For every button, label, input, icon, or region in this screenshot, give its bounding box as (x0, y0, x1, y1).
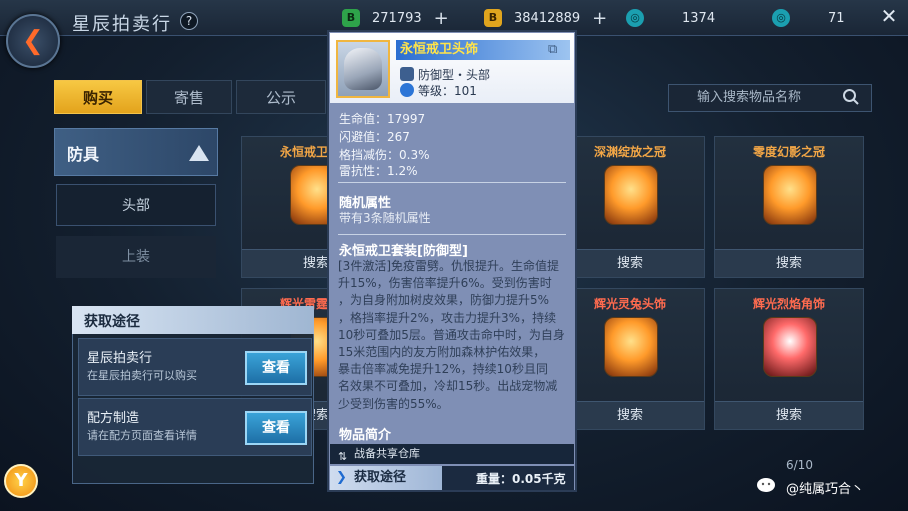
item-level-text: 等级：101 (418, 84, 477, 98)
currency-value: 271793 (372, 10, 422, 26)
storage-label: 战备共享仓库 (354, 447, 420, 460)
grid-item[interactable]: 辉光灵兔头饰 搜索 (555, 288, 705, 430)
currency-gold: B 38412889 + (484, 8, 607, 29)
random-attr-title: 随机属性 (339, 196, 392, 211)
item-name: 辉光烈焰角饰 (752, 297, 825, 311)
search-item-button[interactable]: 搜索 (715, 401, 863, 429)
set-line: 少受到伤害的55%。 (338, 396, 449, 411)
back-arrow-icon: ❮ (22, 26, 44, 56)
acquisition-source: 星辰拍卖行 (87, 351, 153, 366)
item-type-text: 防御型・头部 (418, 68, 491, 82)
page-indicator: 6/10 (786, 458, 813, 472)
green-currency-icon: B (342, 9, 360, 27)
crystal-currency-icon: ◎ (772, 9, 790, 27)
help-icon[interactable]: ? (180, 12, 198, 30)
currency-value: 38412889 (514, 10, 581, 26)
tab-buy[interactable]: 购买 (54, 80, 142, 114)
add-currency-button[interactable]: + (434, 8, 449, 29)
set-line: 10秒可叠加5层。普通攻击命中时，为自身 (338, 327, 565, 342)
set-line: [3件激活]免疫雷劈。仇恨提升。生命值提 (338, 259, 559, 273)
watermark-text: @纯属巧合丶 (786, 482, 865, 497)
currency-value: 1374 (682, 10, 716, 26)
currency-crystal: ◎ 71 (772, 8, 845, 28)
shield-icon (400, 67, 414, 81)
chevron-right-icon: ❯ (336, 470, 347, 485)
divider (338, 234, 566, 235)
level-icon (400, 83, 414, 97)
set-line: 升15%，伤害倍率提升6%。受到伤害时 (338, 276, 552, 291)
helmet-icon (604, 317, 658, 377)
view-button[interactable]: 查看 (245, 351, 307, 385)
item-weight: 重量：0.05千克 (476, 472, 566, 486)
helmet-icon (763, 317, 817, 377)
tab-consign[interactable]: 寄售 (146, 80, 232, 114)
item-level: 等级：101 (400, 82, 477, 99)
set-line: 暴击倍率减免提升12%，持续10秒且同 (338, 362, 548, 377)
gem-currency-icon: ◎ (626, 9, 644, 27)
storage-icon: ⇅ (338, 450, 348, 463)
currency-green: B 271793 + (342, 8, 449, 29)
item-name: 辉光灵兔头饰 (593, 297, 666, 311)
acquisition-row: 星辰拍卖行 在星辰拍卖行可以购买 查看 (78, 338, 312, 396)
view-button[interactable]: 查看 (245, 411, 307, 445)
acquisition-tab-label: 获取途径 (354, 470, 407, 485)
triangle-icon (189, 145, 209, 161)
set-line: 15米范围内的友方附加森林护佑效果， (338, 345, 546, 360)
grid-item[interactable]: 零度幻影之冠 搜索 (714, 136, 864, 278)
grid-item[interactable]: 辉光烈焰角饰 搜索 (714, 288, 864, 430)
share-icon[interactable]: ⧉ (548, 42, 564, 58)
item-title: 永恒戒卫头饰 (396, 40, 570, 60)
category-title: 防具 (67, 145, 100, 164)
acquisition-desc: 在星辰拍卖行可以购买 (87, 369, 197, 382)
item-type: 防御型・头部 (400, 66, 490, 83)
grid-item[interactable]: 深渊绽放之冠 搜索 (555, 136, 705, 278)
stat-line: 格挡减伤：0.3% (339, 148, 430, 162)
currency-value: 71 (828, 10, 845, 26)
set-description: [3件激活]免疫雷劈。仇恨提升。生命值提 升15%，伤害倍率提升6%。受到伤害时… (338, 258, 570, 413)
random-attr-desc: 带有3条随机属性 (339, 211, 431, 225)
helmet-icon (344, 48, 382, 90)
item-name: 零度幻影之冠 (752, 145, 825, 159)
add-currency-button[interactable]: + (592, 8, 607, 29)
tab-public[interactable]: 公示 (236, 80, 326, 114)
search-item-button[interactable]: 搜索 (556, 401, 704, 429)
set-line: 名效果不可叠加，冷却15秒。出战宠物减 (338, 379, 558, 394)
category-item-top[interactable]: 上装 (56, 236, 216, 278)
currency-gem: ◎ 1374 (626, 8, 715, 28)
acquisition-row: 配方制造 请在配方页面查看详情 查看 (78, 398, 312, 456)
item-name: 深渊绽放之冠 (593, 145, 666, 159)
event-icon[interactable]: Y (4, 464, 38, 498)
stat-line: 生命值：17997 (339, 112, 426, 126)
acquisition-header: 获取途径 (72, 306, 314, 334)
close-button[interactable]: ✕ (876, 4, 902, 28)
divider (338, 182, 566, 183)
helmet-icon (763, 165, 817, 225)
gold-currency-icon: B (484, 9, 502, 27)
stat-line: 雷抗性：1.2% (339, 164, 418, 178)
search-item-button[interactable]: 搜索 (715, 249, 863, 277)
category-armor[interactable]: 防具 (54, 128, 218, 176)
back-button[interactable]: ❮ (6, 14, 60, 68)
stat-line: 闪避值：267 (339, 130, 410, 144)
acquisition-tab-button[interactable]: ❯ 获取途径 (330, 466, 442, 490)
wechat-icon (757, 478, 775, 492)
set-title: 永恒戒卫套装[防御型] (339, 244, 468, 259)
page-title: 星辰拍卖行 (72, 14, 172, 35)
acquisition-source: 配方制造 (87, 411, 140, 426)
set-line: ，为自身附加树皮效果，防御力提升5% (338, 293, 550, 308)
helmet-icon (604, 165, 658, 225)
category-item-head[interactable]: 头部 (56, 184, 216, 226)
item-portrait (336, 40, 390, 98)
search-item-button[interactable]: 搜索 (556, 249, 704, 277)
shared-storage-tag: ⇅ 战备共享仓库 (330, 444, 574, 464)
item-intro-title: 物品简介 (339, 428, 392, 443)
acquisition-title: 获取途径 (84, 314, 140, 330)
acquisition-desc: 请在配方页面查看详情 (87, 429, 197, 442)
set-line: ，格挡率提升2%，攻击力提升3%，持续 (338, 310, 557, 325)
search-icon[interactable] (842, 88, 860, 106)
